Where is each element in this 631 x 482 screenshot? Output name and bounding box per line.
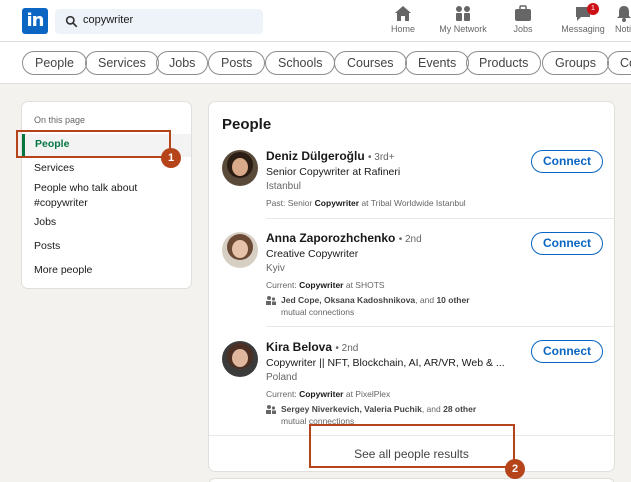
- nav-home[interactable]: Home: [373, 5, 433, 34]
- person-past-role: Past: Senior Copywriter at Tribal Worldw…: [266, 198, 466, 208]
- annotation-highlight-2: [309, 424, 515, 468]
- person-location: Poland: [266, 372, 298, 383]
- avatar[interactable]: [222, 232, 258, 268]
- mutual-connections-icon: [266, 296, 276, 305]
- on-this-page-title: On this page: [34, 115, 86, 125]
- filter-more[interactable]: Co: [607, 51, 631, 75]
- linkedin-logo-icon[interactable]: in: [22, 8, 48, 34]
- mutual-connections-icon: [266, 405, 276, 414]
- sidebar-item-posts[interactable]: Posts: [34, 239, 184, 254]
- sidebar-item-jobs[interactable]: Jobs: [34, 215, 184, 230]
- filter-products[interactable]: Products: [466, 51, 542, 75]
- person-name[interactable]: Kira Belova: [266, 340, 332, 354]
- top-navigation-bar: in copywriter Home My Network Jobs 1 Mes…: [0, 0, 631, 42]
- person-headline: Copywriter || NFT, Blockchain, AI, AR/VR…: [266, 357, 505, 369]
- search-input[interactable]: copywriter: [55, 9, 263, 34]
- mutual-connections[interactable]: Jed Cope, Oksana Kadoshnikova, and 10 ot…: [266, 294, 536, 318]
- nav-my-network[interactable]: My Network: [433, 5, 493, 34]
- person-current-role: Current: Copywriter at SHOTS: [266, 280, 385, 290]
- annotation-highlight-1: [16, 130, 171, 158]
- connect-button[interactable]: Connect: [531, 340, 603, 363]
- people-section-title: People: [222, 116, 272, 133]
- search-value: copywriter: [83, 14, 134, 26]
- person-location: Kyiv: [266, 263, 285, 274]
- sidebar-item-more-people[interactable]: More people: [34, 263, 184, 278]
- person-name-line[interactable]: Kira Belova • 2nd: [266, 340, 358, 354]
- people-results-card: People Deniz Dülgeroğlu • 3rd+ Senior Co…: [208, 101, 615, 472]
- jobs-icon: [515, 5, 531, 21]
- connection-degree: • 2nd: [335, 343, 359, 354]
- annotation-marker-1: 1: [161, 148, 181, 168]
- divider: [266, 326, 614, 327]
- nav-home-label: Home: [390, 24, 415, 34]
- search-filter-bar: People Services Jobs Posts Schools Cours…: [0, 42, 631, 84]
- annotation-marker-2: 2: [505, 459, 525, 479]
- messaging-badge: 1: [587, 3, 599, 15]
- sidebar-item-people-who-talk[interactable]: People who talk about #copywriter: [34, 181, 184, 211]
- filter-events[interactable]: Events: [405, 51, 470, 75]
- connection-degree: • 2nd: [398, 234, 422, 245]
- person-headline: Creative Copywriter: [266, 248, 359, 260]
- network-icon: [456, 6, 470, 21]
- connect-button[interactable]: Connect: [531, 232, 603, 255]
- nav-notifications-label: Noti: [615, 24, 631, 34]
- home-icon: [395, 6, 411, 21]
- nav-jobs[interactable]: Jobs: [493, 5, 553, 34]
- divider: [266, 218, 614, 219]
- person-name-line[interactable]: Deniz Dülgeroğlu • 3rd+: [266, 149, 395, 163]
- filter-people[interactable]: People: [22, 51, 87, 75]
- filter-courses[interactable]: Courses: [334, 51, 407, 75]
- filter-services[interactable]: Services: [85, 51, 159, 75]
- filter-groups[interactable]: Groups: [542, 51, 609, 75]
- nav-jobs-label: Jobs: [513, 24, 533, 34]
- notifications-icon: [617, 6, 631, 22]
- person-headline: Senior Copywriter at Rafineri: [266, 166, 401, 178]
- filter-posts[interactable]: Posts: [208, 51, 266, 75]
- person-name[interactable]: Anna Zaporozhchenko: [266, 231, 395, 245]
- nav-my-network-label: My Network: [439, 24, 487, 34]
- person-current-role: Current: Copywriter at PixelPlex: [266, 389, 391, 399]
- person-location: Istanbul: [266, 181, 302, 192]
- filter-schools[interactable]: Schools: [265, 51, 336, 75]
- nav-messaging-label: Messaging: [561, 24, 605, 34]
- filter-jobs[interactable]: Jobs: [156, 51, 209, 75]
- avatar[interactable]: [222, 150, 258, 186]
- search-icon: [65, 15, 78, 28]
- connection-degree: • 3rd+: [368, 152, 395, 163]
- connect-button[interactable]: Connect: [531, 150, 603, 173]
- nav-notifications[interactable]: Noti: [607, 5, 631, 34]
- next-section-card: [208, 478, 615, 482]
- nav-messaging[interactable]: 1 Messaging: [553, 3, 613, 34]
- person-name[interactable]: Deniz Dülgeroğlu: [266, 149, 365, 163]
- person-name-line[interactable]: Anna Zaporozhchenko • 2nd: [266, 231, 422, 245]
- avatar[interactable]: [222, 341, 258, 377]
